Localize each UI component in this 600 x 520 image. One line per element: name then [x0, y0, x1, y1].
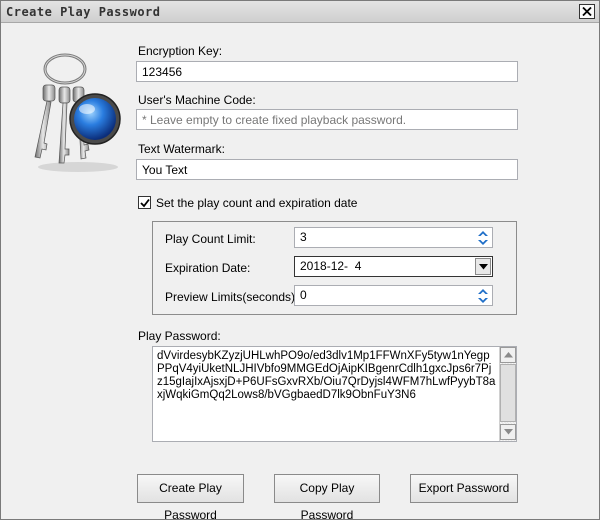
play-count-value: 3 — [300, 230, 307, 244]
play-count-spinner[interactable]: 3 — [294, 227, 493, 248]
scroll-thumb[interactable] — [500, 364, 516, 422]
chevron-up-icon — [504, 352, 513, 358]
chevron-down-icon — [504, 429, 513, 435]
play-count-label: Play Count Limit: — [165, 232, 256, 246]
scroll-down-button[interactable] — [500, 424, 516, 440]
limit-checkbox[interactable] — [138, 196, 151, 209]
play-password-text: dVvirdesybKZyzjUHLwhPO9o/ed3dlv1Mp1FFWnX… — [157, 350, 497, 402]
limit-checkbox-label[interactable]: Set the play count and expiration date — [156, 196, 357, 210]
title-bar[interactable]: Create Play Password — [1, 1, 599, 23]
check-icon — [140, 198, 150, 208]
close-button[interactable] — [579, 4, 595, 19]
vertical-scrollbar[interactable] — [499, 347, 516, 441]
text-watermark-input[interactable] — [136, 159, 518, 180]
copy-play-password-button[interactable]: Copy Play Password — [274, 474, 380, 503]
close-icon — [582, 7, 592, 16]
spin-arrows-icon[interactable] — [477, 288, 489, 304]
create-play-password-button[interactable]: Create Play Password — [137, 474, 244, 503]
machine-code-label: User's Machine Code: — [138, 93, 256, 107]
preview-limits-label: Preview Limits(seconds): — [165, 290, 298, 304]
keys-icon — [23, 45, 123, 175]
expiration-date-label: Expiration Date: — [165, 261, 250, 275]
play-password-textarea[interactable]: dVvirdesybKZyzjUHLwhPO9o/ed3dlv1Mp1FFWnX… — [152, 346, 517, 442]
scroll-up-button[interactable] — [500, 347, 516, 363]
preview-limits-value: 0 — [300, 288, 307, 302]
export-password-button[interactable]: Export Password — [410, 474, 518, 503]
chevron-down-icon — [479, 264, 488, 270]
create-play-password-window: Create Play Password — [0, 0, 600, 520]
expiration-date-picker[interactable]: 2018-12- 4 — [294, 256, 493, 277]
encryption-key-label: Encryption Key: — [138, 44, 222, 58]
expiration-date-value: 2018-12- 4 — [300, 259, 361, 273]
machine-code-input[interactable] — [136, 109, 518, 130]
text-watermark-label: Text Watermark: — [138, 142, 225, 156]
date-dropdown-button[interactable] — [475, 258, 491, 275]
encryption-key-input[interactable] — [136, 61, 518, 82]
spin-arrows-icon[interactable] — [477, 230, 489, 246]
play-password-label: Play Password: — [138, 329, 221, 343]
preview-limits-spinner[interactable]: 0 — [294, 285, 493, 306]
window-title: Create Play Password — [6, 5, 161, 19]
